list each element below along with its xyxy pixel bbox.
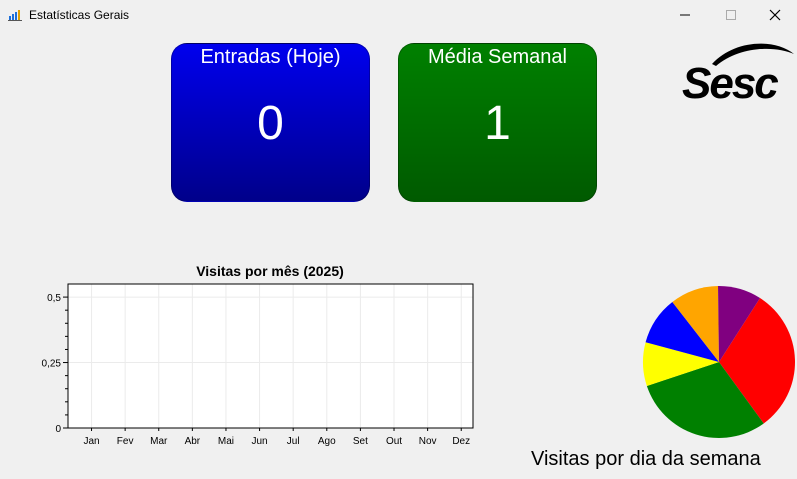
x-tick-label: Mai [218, 436, 234, 447]
close-button[interactable] [752, 0, 797, 30]
x-tick-label: Set [353, 436, 368, 447]
plot-area [68, 284, 473, 428]
x-tick-label: Mar [150, 436, 168, 447]
x-tick-label: Out [386, 436, 402, 447]
weekly-average-card: Média Semanal 1 [398, 43, 597, 202]
x-tick-label: Jan [83, 436, 99, 447]
weekly-average-title: Média Semanal [428, 46, 567, 68]
y-tick-label: 0 [55, 424, 61, 435]
minimize-icon [680, 14, 690, 16]
x-tick-label: Fev [117, 436, 134, 447]
x-tick-label: Ago [318, 436, 336, 447]
y-tick-label: 0,5 [47, 293, 61, 304]
x-tick-label: Abr [185, 436, 201, 447]
weekly-average-value: 1 [484, 97, 511, 150]
y-tick-label: 0,25 [42, 359, 62, 370]
chart-title: Visitas por mês (2025) [196, 263, 344, 279]
window-title: Estatísticas Gerais [29, 8, 130, 22]
x-tick-label: Dez [452, 436, 470, 447]
today-entries-title: Entradas (Hoje) [200, 46, 341, 68]
today-entries-card: Entradas (Hoje) 0 [171, 43, 370, 202]
x-tick-label: Jul [287, 436, 300, 447]
close-icon [769, 9, 781, 21]
maximize-button[interactable] [708, 0, 754, 30]
monthly-visits-chart: Visitas por mês (2025) 0 0,25 0,5 Jan Fev Mar… [42, 263, 474, 447]
weekday-visits-pie [643, 286, 795, 438]
sesc-logo: Sesc [682, 43, 794, 102]
x-tick-label: Jun [252, 436, 268, 447]
maximize-icon [726, 10, 736, 20]
minimize-button[interactable] [662, 0, 708, 30]
title-bar: Estatísticas Gerais [0, 0, 797, 30]
x-tick-label: Nov [419, 436, 437, 447]
pie-chart-title: Visitas por dia da semana [531, 448, 761, 470]
today-entries-value: 0 [257, 97, 284, 150]
app-chart-icon [8, 10, 22, 21]
svg-text:Sesc: Sesc [682, 59, 778, 102]
